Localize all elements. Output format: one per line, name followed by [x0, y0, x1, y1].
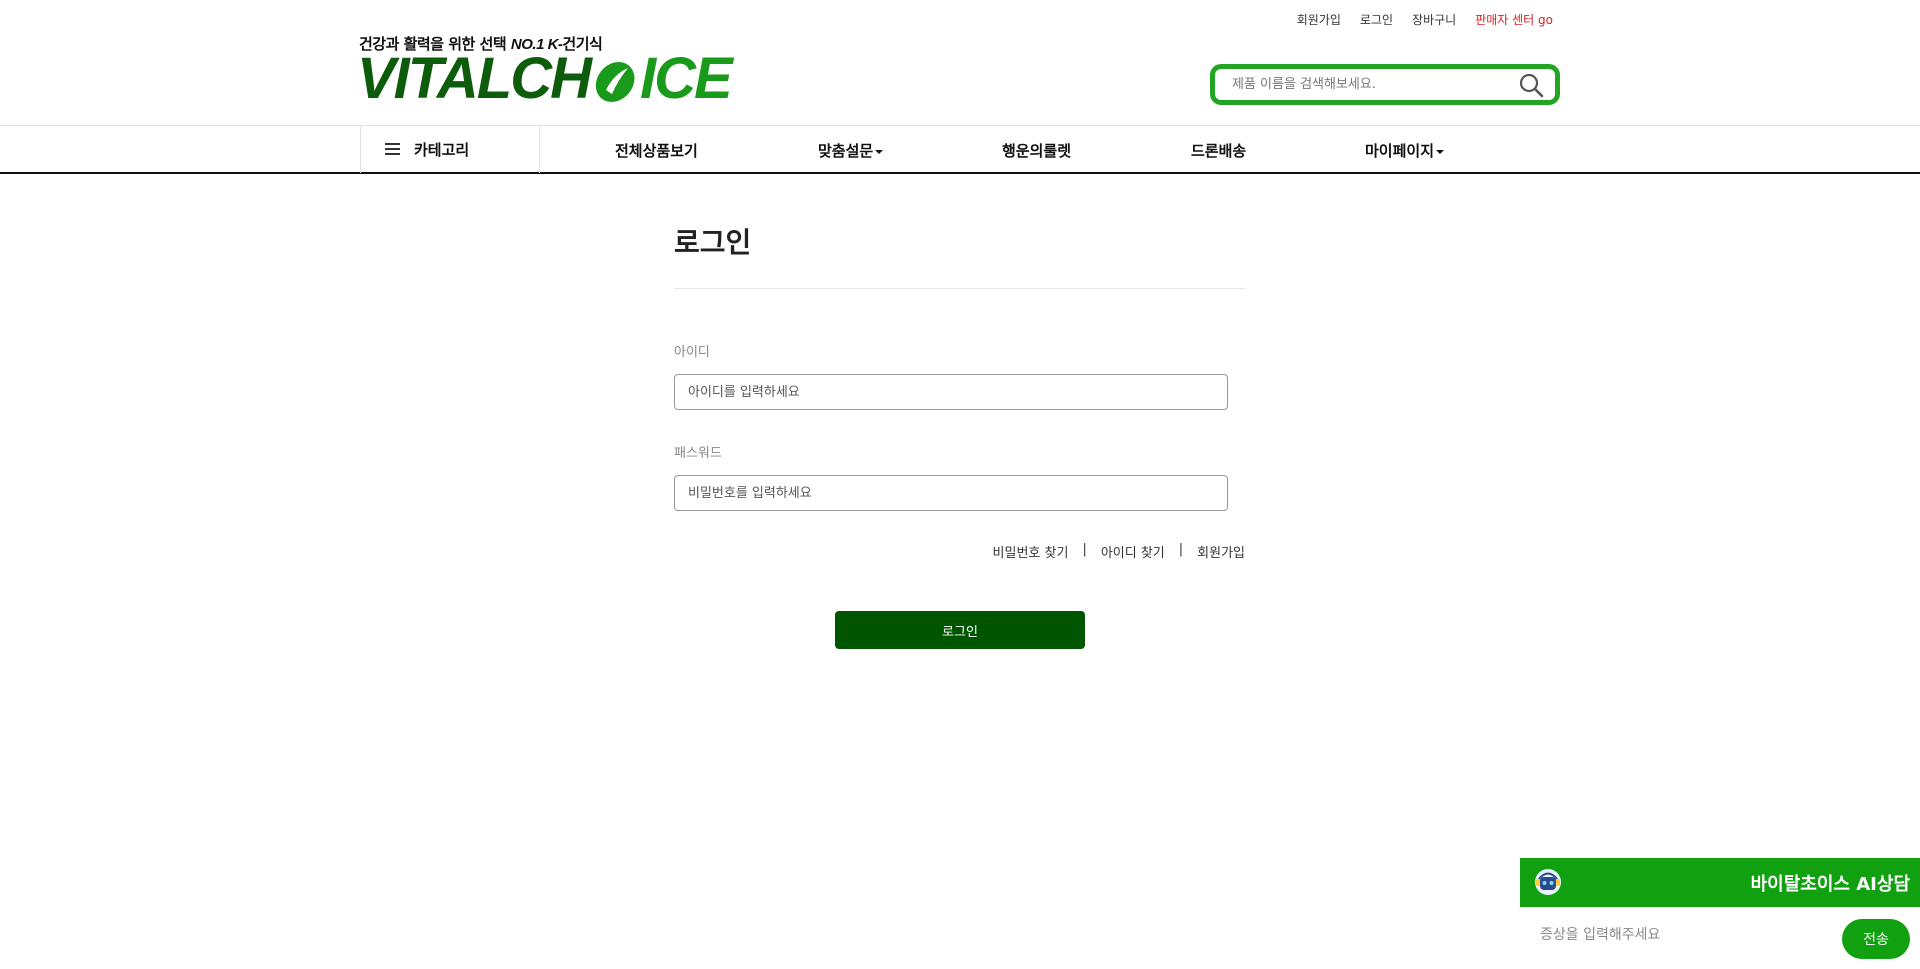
password-label: 패스워드 [674, 446, 722, 461]
hamburger-icon [385, 141, 400, 159]
nav-mypage-label: 마이페이지 [1365, 142, 1435, 160]
seller-center-link[interactable]: 판매자 센터 go [1475, 11, 1553, 28]
link-separator: | [1082, 542, 1087, 557]
signup-link-bottom[interactable]: 회원가입 [1197, 542, 1245, 561]
chat-send-button[interactable]: 전송 [1842, 919, 1910, 959]
site-logo[interactable]: VITALCH ICE [357, 46, 733, 111]
nav-lucky-roulette[interactable]: 행운의룰렛 [1002, 140, 1071, 161]
category-menu-button[interactable]: 카테고리 [360, 126, 540, 173]
cart-link[interactable]: 장바구니 [1412, 11, 1456, 28]
chat-body: 전송 [1520, 907, 1920, 969]
login-link[interactable]: 로그인 [1360, 11, 1393, 28]
chat-title: 바이탈초이스 AI상담 [1750, 873, 1910, 895]
main-nav: 카테고리 전체상품보기 맞춤설문 행운의룰렛 드론배송 마이페이지 [0, 125, 1920, 174]
logo-leaf-icon [592, 57, 638, 102]
logo-text-part1: VITALCH [357, 46, 592, 111]
link-separator: | [1178, 542, 1184, 557]
password-input[interactable] [674, 475, 1228, 511]
robot-icon [1532, 865, 1564, 901]
find-password-link[interactable]: 비밀번호 찾기 [993, 542, 1069, 561]
find-id-link[interactable]: 아이디 찾기 [1101, 542, 1165, 561]
nav-custom-survey[interactable]: 맞춤설문 [818, 140, 884, 161]
logo-text-part2: ICE [640, 46, 733, 111]
page-title: 로그인 [674, 226, 752, 259]
nav-custom-survey-label: 맞춤설문 [818, 142, 874, 160]
login-button[interactable]: 로그인 [835, 611, 1085, 649]
nav-drone-delivery[interactable]: 드론배송 [1191, 140, 1246, 161]
search-bar [1210, 64, 1560, 105]
id-input[interactable] [674, 374, 1228, 410]
search-icon[interactable] [1517, 71, 1545, 99]
signup-link[interactable]: 회원가입 [1297, 11, 1341, 28]
account-links: 비밀번호 찾기 | 아이디 찾기 | 회원가입 [993, 542, 1245, 561]
chat-header[interactable]: 바이탈초이스 AI상담 [1520, 858, 1920, 907]
title-divider [674, 288, 1245, 289]
chat-symptom-input[interactable] [1540, 927, 1780, 943]
caret-down-icon [1436, 149, 1445, 154]
id-label: 아이디 [674, 345, 710, 360]
nav-all-products[interactable]: 전체상품보기 [615, 140, 698, 161]
nav-mypage[interactable]: 마이페이지 [1365, 140, 1445, 161]
nav-inner: 카테고리 [360, 126, 540, 173]
caret-down-icon [875, 149, 884, 154]
category-label: 카테고리 [414, 141, 470, 159]
utility-links: 회원가입 로그인 장바구니 판매자 센터 go [1297, 11, 1553, 28]
search-input[interactable] [1232, 77, 1517, 92]
